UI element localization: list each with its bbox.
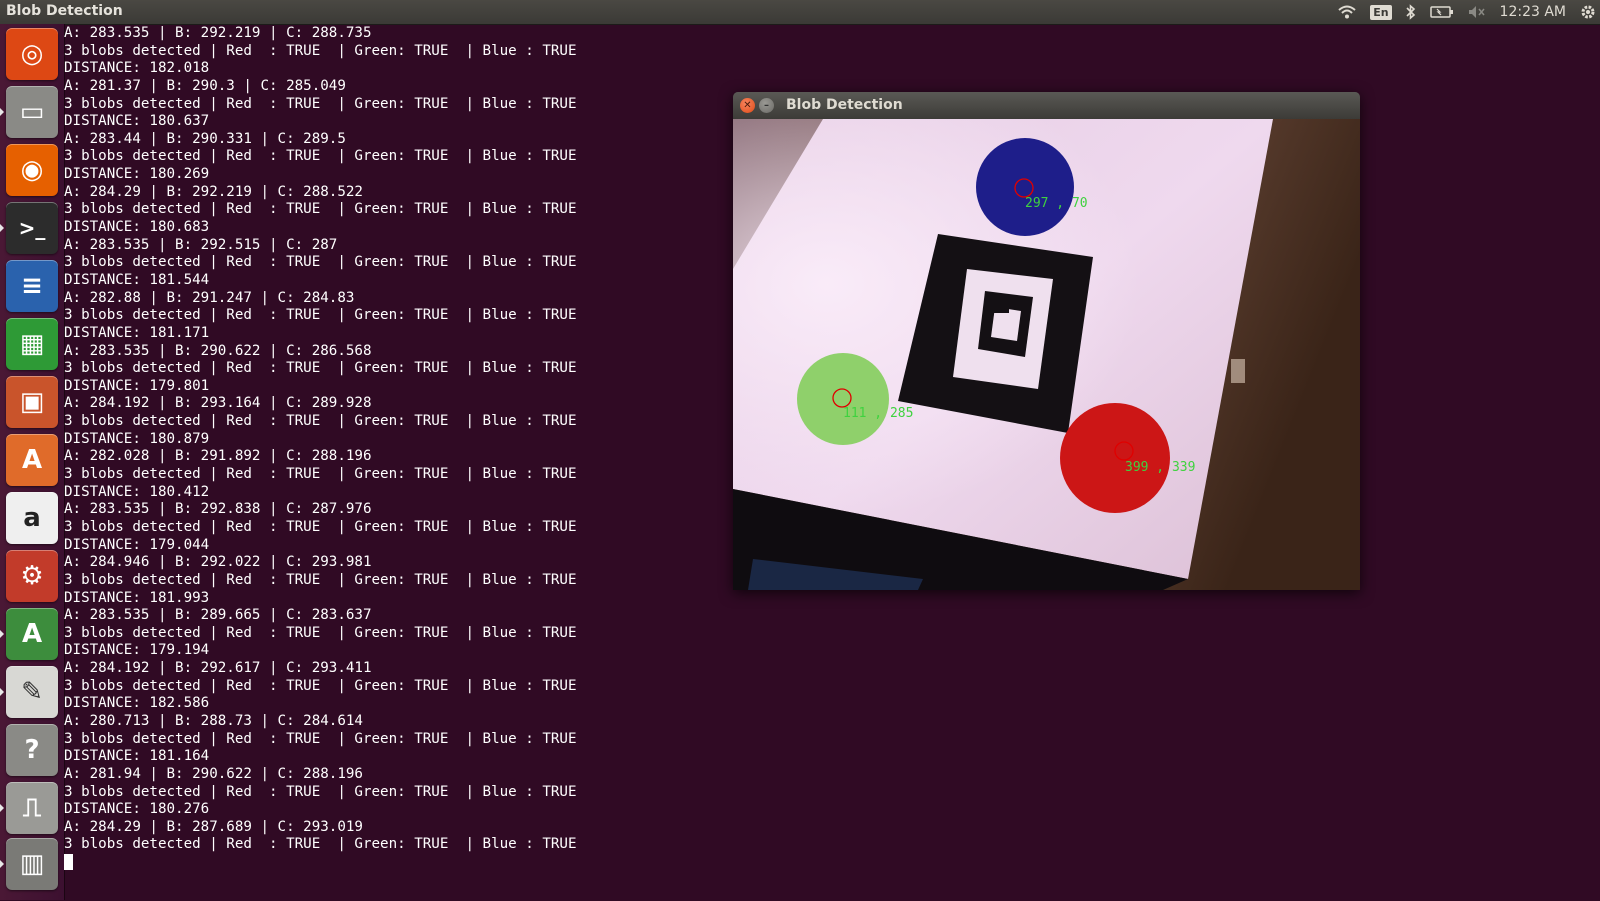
minimize-icon: – <box>764 100 769 111</box>
close-button[interactable]: ✕ <box>740 98 755 113</box>
running-indicator <box>0 860 4 868</box>
files-icon-glyph: ▭ <box>19 97 45 127</box>
terminal-line: DISTANCE: 182.018 <box>64 60 210 77</box>
terminal-line: DISTANCE: 180.276 <box>64 801 210 818</box>
launcher: ◎ ▭ ◉ >_ ≡ ▦ ▣ Aa ⚙ A ✎? ⎍ ▥ <box>0 24 65 900</box>
terminal-line: A: 281.94 | B: 290.622 | C: 288.196 <box>64 765 363 782</box>
settings-gear-icon[interactable] <box>1580 4 1596 20</box>
terminal-line: A: 283.535 | B: 289.665 | C: 283.637 <box>64 607 372 624</box>
trash-icon[interactable]: ▥ <box>6 838 58 890</box>
terminal-icon-glyph: >_ <box>18 216 46 240</box>
terminal-line: DISTANCE: 181.164 <box>64 748 210 765</box>
libreoffice-writer-icon-glyph: ≡ <box>21 271 43 301</box>
files-icon[interactable]: ▭ <box>6 86 58 138</box>
green-blob <box>797 353 889 445</box>
running-indicator <box>0 688 4 696</box>
running-indicator <box>0 630 4 638</box>
trash-icon-glyph: ▥ <box>19 849 45 879</box>
software-center-icon-glyph: A <box>21 445 43 475</box>
window-titlebar[interactable]: ✕ – Blob Detection <box>733 92 1360 119</box>
wifi-icon[interactable] <box>1338 5 1356 19</box>
keyboard-layout-icon[interactable]: En <box>1370 4 1392 20</box>
terminal-prompt-line <box>64 854 1600 872</box>
libreoffice-impress-icon[interactable]: ▣ <box>6 376 58 428</box>
running-indicator <box>0 804 4 812</box>
camera-frame: 297 , 70 111 , 285 399 , 339 <box>733 119 1360 590</box>
software-updater-icon[interactable]: A <box>6 608 58 660</box>
firefox-icon-glyph: ◉ <box>20 155 44 185</box>
blue-coordinates-label: 297 , 70 <box>1025 196 1088 211</box>
running-indicator <box>0 108 4 116</box>
help-icon-glyph: ? <box>24 735 40 765</box>
keyboard-lang-label: En <box>1370 4 1392 20</box>
camera-view: 297 , 70 111 , 285 399 , 339 <box>733 119 1360 590</box>
terminal-line: 3 blobs detected | Red : TRUE | Green: T… <box>64 624 577 641</box>
terminal-line: A: 284.192 | B: 292.617 | C: 293.411 <box>64 660 372 677</box>
battery-icon[interactable] <box>1429 6 1454 18</box>
ubuntu-dash-icon-glyph: ◎ <box>20 39 44 69</box>
volume-muted-icon[interactable] <box>1468 5 1486 19</box>
wall-socket <box>1231 359 1245 383</box>
minimize-button[interactable]: – <box>759 98 774 113</box>
top-panel: Blob Detection En 12:23 AM <box>0 0 1600 24</box>
blob-detection-window[interactable]: ✕ – Blob Detection 297 , 70 111 , 285 39… <box>733 92 1360 590</box>
terminal-line: 3 blobs detected | Red : TRUE | Green: T… <box>64 836 577 853</box>
blue-blob <box>976 138 1074 236</box>
terminal-line: A: 284.29 | B: 287.689 | C: 293.019 <box>64 818 363 835</box>
terminal-line: DISTANCE: 179.194 <box>64 642 210 659</box>
libreoffice-impress-icon-glyph: ▣ <box>19 387 45 417</box>
software-updater-icon-glyph: A <box>21 619 43 649</box>
red-blob <box>1060 403 1170 513</box>
terminal-line: DISTANCE: 182.586 <box>64 695 210 712</box>
terminal-line: 3 blobs detected | Red : TRUE | Green: T… <box>64 783 577 800</box>
app-title: Blob Detection <box>6 3 123 19</box>
close-icon: ✕ <box>743 100 752 111</box>
libreoffice-calc-icon-glyph: ▦ <box>19 329 45 359</box>
usb-drive-icon-glyph: ⎍ <box>22 792 42 823</box>
terminal-line: A: 283.535 | B: 292.219 | C: 288.735 <box>64 25 372 41</box>
terminal-line: 3 blobs detected | Red : TRUE | Green: T… <box>64 677 577 694</box>
window-title: Blob Detection <box>786 97 903 113</box>
usb-drive-icon[interactable]: ⎍ <box>6 782 58 834</box>
text-editor-icon[interactable]: ✎ <box>6 666 58 718</box>
terminal-line: A: 280.713 | B: 288.73 | C: 284.614 <box>64 712 363 729</box>
software-center-icon[interactable]: A <box>6 434 58 486</box>
amazon-icon-glyph: a <box>23 503 41 533</box>
text-editor-icon-glyph: ✎ <box>21 677 43 707</box>
system-settings-icon-glyph: ⚙ <box>20 561 44 591</box>
terminal-icon[interactable]: >_ <box>6 202 58 254</box>
terminal-cursor <box>64 854 73 871</box>
libreoffice-calc-icon[interactable]: ▦ <box>6 318 58 370</box>
terminal-line: DISTANCE: 181.993 <box>64 589 210 606</box>
libreoffice-writer-icon[interactable]: ≡ <box>6 260 58 312</box>
firefox-icon[interactable]: ◉ <box>6 144 58 196</box>
running-indicator <box>0 224 4 232</box>
terminal-line: 3 blobs detected | Red : TRUE | Green: T… <box>64 730 577 747</box>
ubuntu-dash-icon[interactable]: ◎ <box>6 28 58 80</box>
system-settings-icon[interactable]: ⚙ <box>6 550 58 602</box>
red-coordinates-label: 399 , 339 <box>1125 460 1195 475</box>
bluetooth-icon[interactable] <box>1405 4 1416 20</box>
terminal-line: 3 blobs detected | Red : TRUE | Green: T… <box>64 42 577 59</box>
help-icon[interactable]: ? <box>6 724 58 776</box>
amazon-icon[interactable]: a <box>6 492 58 544</box>
green-coordinates-label: 111 , 285 <box>843 406 913 421</box>
indicator-area: En 12:23 AM <box>1338 0 1596 24</box>
clock[interactable]: 12:23 AM <box>1500 4 1566 20</box>
